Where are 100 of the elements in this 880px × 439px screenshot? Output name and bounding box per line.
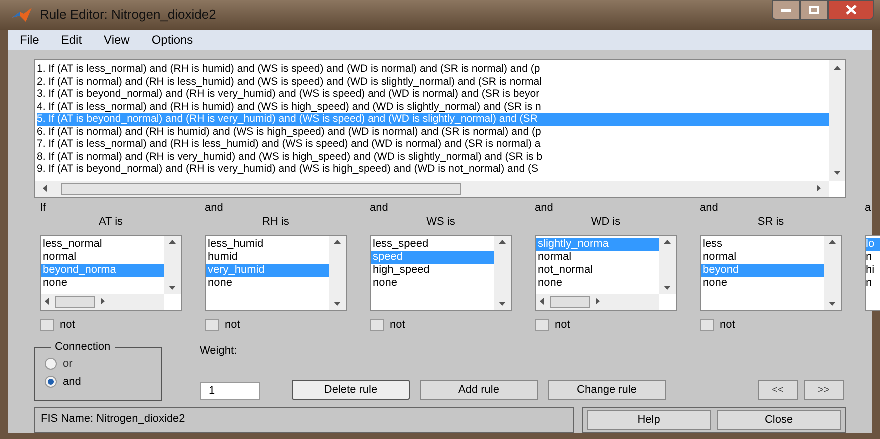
horizontal-scrollbar[interactable] (41, 294, 164, 310)
up-arrow-icon (664, 240, 671, 244)
rule-item[interactable]: 4. If (AT is less_normal) and (RH is humid) and (WS is high_speed) and (WD is slightly_normal) and (SR is n (37, 100, 829, 113)
list-item[interactable]: not_normal (536, 264, 659, 276)
left-arrow-icon (43, 185, 47, 192)
rule-item[interactable]: 9. If (AT is beyond_normal) and (RH is very_humid) and (WS is high_speed) and (WD is not_normal) and (S (37, 163, 829, 176)
rule-item[interactable]: 2. If (AT is normal) and (RH is less_humid) and (WS is speed) and (WD is slightly_normal) and (SR is normal (37, 76, 829, 88)
up-arrow-icon (499, 240, 506, 244)
up-arrow-icon (834, 66, 840, 70)
window-title: Rule Editor: Nitrogen_dioxide2 (40, 6, 216, 24)
checkbox-label: not (555, 318, 570, 332)
maximize-icon (809, 6, 819, 14)
app-logo-icon (12, 8, 32, 22)
scrollbar[interactable] (824, 236, 841, 310)
variable-label: AT is (98, 214, 124, 230)
close-button[interactable] (828, 0, 874, 20)
checkbox-label: not (390, 318, 406, 332)
up-arrow-icon (334, 240, 341, 244)
checkbox-label: not (720, 318, 736, 332)
nav-button[interactable]: >> (804, 380, 844, 400)
rule-item[interactable]: 6. If (AT is normal) and (RH is humid) and (WS is high_speed) and (WD is normal) and (SR is normal) and (p (37, 126, 829, 138)
scrollbar[interactable] (494, 236, 511, 310)
radio-button[interactable] (45, 358, 57, 370)
list-item[interactable]: normal (701, 250, 824, 264)
scrollbar[interactable] (829, 60, 845, 180)
not-checkbox[interactable] (40, 318, 54, 331)
connector-label: and (700, 202, 720, 214)
list-item[interactable]: less_humid (206, 238, 329, 250)
radio-label: or (63, 356, 73, 372)
scroll-thumb[interactable] (55, 296, 95, 308)
menu-item[interactable]: File (20, 31, 40, 49)
list-item[interactable]: none (701, 276, 824, 290)
footer-button[interactable]: Help (587, 410, 711, 430)
down-arrow-icon (664, 286, 671, 290)
down-arrow-icon (499, 302, 506, 306)
weight-field[interactable]: 1 (200, 382, 260, 400)
minimize-button[interactable] (772, 0, 800, 20)
rule-item[interactable]: 7. If (AT is less_normal) and (RH is less_humid) and (WS is speed) and (WD is normal) and (SR is normal) a (37, 138, 829, 150)
menu-item[interactable]: View (104, 31, 130, 49)
connector-label: and (370, 202, 390, 214)
list-item[interactable]: less_speed (371, 238, 494, 250)
weight-label: Weight: (200, 344, 238, 359)
connector-label: a (865, 202, 872, 214)
checkbox-label: not (225, 318, 240, 332)
connector-label: and (535, 202, 554, 214)
down-arrow-icon (169, 286, 176, 290)
list-item[interactable]: none (41, 276, 164, 290)
action-button[interactable]: Add rule (420, 380, 538, 400)
list-item[interactable]: high_speed (371, 264, 494, 276)
horizontal-scrollbar[interactable] (35, 180, 829, 196)
list-item[interactable]: none (536, 276, 659, 290)
down-arrow-icon (834, 170, 840, 174)
list-item[interactable]: none (206, 276, 329, 290)
list-item[interactable]: normal (536, 250, 659, 264)
list-item[interactable]: less (701, 238, 824, 250)
horizontal-scrollbar[interactable] (536, 294, 659, 310)
variable-label: WD is (591, 214, 621, 230)
scrollbar[interactable] (659, 236, 676, 294)
list-item[interactable]: n (866, 276, 880, 290)
left-arrow-icon (45, 298, 49, 305)
action-button[interactable]: Delete rule (292, 380, 410, 400)
footer-button[interactable]: Close (717, 410, 841, 430)
radio-button[interactable] (45, 376, 57, 388)
rule-item[interactable]: 8. If (AT is normal) and (RH is very_humid) and (WS is high_speed) and (WD is slightly_normal) and (SR is b (37, 150, 829, 163)
action-button[interactable]: Change rule (548, 380, 666, 400)
up-arrow-icon (169, 240, 176, 244)
connector-label: If (40, 202, 48, 214)
menu-item[interactable]: Edit (61, 31, 82, 49)
list-item[interactable]: less_normal (41, 238, 164, 250)
list-item[interactable]: hi (866, 264, 880, 276)
list-item[interactable]: humid (206, 250, 329, 264)
minimize-icon (781, 8, 791, 12)
close-icon (846, 5, 856, 15)
list-item[interactable]: n (866, 250, 880, 264)
variable-label: WS is (426, 214, 456, 230)
scrollbar[interactable] (164, 236, 181, 294)
radio-label: and (63, 375, 82, 390)
connector-label: and (205, 202, 224, 214)
scroll-thumb[interactable] (550, 296, 590, 308)
list-item[interactable]: none (371, 276, 494, 290)
scrollbar[interactable] (329, 236, 346, 310)
maximize-button[interactable] (800, 0, 828, 20)
variable-label: RH is (262, 214, 290, 230)
rule-item[interactable]: 3. If (AT is beyond_normal) and (RH is very_humid) and (WS is speed) and (WD is normal) and (SR is beyor (37, 88, 829, 100)
menu-item[interactable]: Options (152, 31, 194, 49)
down-arrow-icon (334, 302, 341, 306)
down-arrow-icon (829, 302, 836, 306)
list-item[interactable]: normal (41, 250, 164, 264)
group-title: Connection (54, 340, 112, 355)
not-checkbox[interactable] (700, 318, 714, 331)
fis-name: FIS Name: Nitrogen_dioxide2 (41, 412, 186, 427)
not-checkbox[interactable] (205, 318, 219, 331)
not-checkbox[interactable] (370, 318, 384, 331)
checkbox-label: not (60, 318, 76, 332)
not-checkbox[interactable] (535, 318, 549, 331)
nav-button[interactable]: << (758, 380, 798, 400)
right-arrow-icon (101, 298, 105, 305)
rule-item[interactable]: 1. If (AT is less_normal) and (RH is humid) and (WS is speed) and (WD is normal) and (SR is normal) and (p (37, 63, 829, 76)
scroll-thumb[interactable] (61, 182, 461, 194)
right-arrow-icon (817, 185, 821, 192)
